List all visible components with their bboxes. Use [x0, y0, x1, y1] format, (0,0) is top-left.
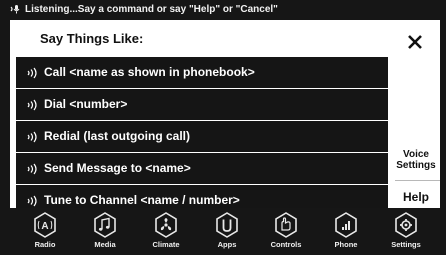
command-send-message[interactable]: Send Message to <name>	[16, 153, 388, 184]
nav-radio[interactable]: A Radio	[17, 211, 73, 255]
status-bar: Listening...Say a command or say "Help" …	[10, 0, 440, 20]
voice-settings-label-line1: Voice	[403, 149, 429, 160]
nav-label: Apps	[217, 240, 237, 249]
listening-mic-icon	[10, 4, 22, 14]
voice-settings-button[interactable]: Voice Settings	[392, 149, 440, 171]
nav-label: Climate	[152, 240, 180, 249]
status-text: Listening...Say a command or say "Help" …	[25, 4, 278, 15]
fan-icon	[151, 211, 181, 239]
command-label: Redial (last outgoing call)	[44, 129, 191, 143]
panel-heading: Say Things Like:	[40, 31, 144, 46]
voice-wave-icon	[26, 131, 38, 143]
controls-hand-icon	[271, 211, 301, 239]
command-call[interactable]: Call <name as shown in phonebook>	[16, 57, 388, 88]
side-divider	[395, 180, 440, 181]
voice-wave-icon	[26, 67, 38, 79]
command-dial[interactable]: Dial <number>	[16, 89, 388, 120]
command-label: Tune to Channel <name / number>	[44, 193, 240, 207]
command-label: Send Message to <name>	[44, 161, 191, 175]
nav-label: Phone	[334, 240, 358, 249]
nav-label: Media	[94, 240, 116, 249]
voice-wave-icon	[26, 99, 38, 111]
voice-wave-icon	[26, 195, 38, 207]
voice-wave-icon	[26, 163, 38, 175]
nav-controls[interactable]: Controls	[258, 211, 314, 255]
nav-media[interactable]: Media	[77, 211, 133, 255]
nav-settings[interactable]: Settings	[378, 211, 434, 255]
phone-icon	[331, 211, 361, 239]
apps-icon	[212, 211, 242, 239]
gear-icon	[391, 211, 421, 239]
command-label: Call <name as shown in phonebook>	[44, 65, 255, 79]
help-button[interactable]: Help	[392, 185, 440, 208]
radio-icon: A	[30, 211, 60, 239]
music-note-icon	[90, 211, 120, 239]
bottom-nav-bar: A Radio Media Climate Apps Controls Phon…	[0, 208, 446, 255]
nav-climate[interactable]: Climate	[138, 211, 194, 255]
nav-phone[interactable]: Phone	[318, 211, 374, 255]
nav-label: Radio	[34, 240, 56, 249]
close-icon[interactable]	[404, 31, 426, 53]
nav-label: Controls	[270, 240, 302, 249]
nav-apps[interactable]: Apps	[199, 211, 255, 255]
voice-settings-label-line2: Settings	[396, 160, 436, 171]
command-redial[interactable]: Redial (last outgoing call)	[16, 121, 388, 152]
nav-label: Settings	[391, 240, 421, 249]
svg-text:A: A	[41, 221, 48, 232]
voice-help-panel: Say Things Like: Call <name as shown in …	[10, 20, 440, 208]
command-label: Dial <number>	[44, 97, 128, 111]
command-tune-channel[interactable]: Tune to Channel <name / number>	[16, 185, 388, 208]
